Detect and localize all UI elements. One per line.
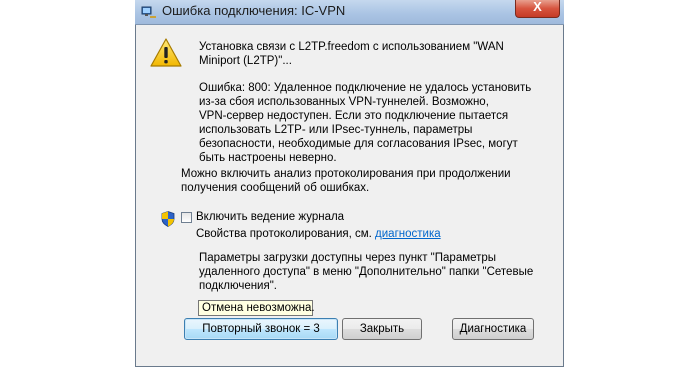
network-icon <box>141 6 156 18</box>
status-line-1: Установка связи с L2TP.freedom с использ… <box>199 41 504 53</box>
title-bar[interactable]: Ошибка подключения: IC-VPN X <box>135 0 564 25</box>
error-line: безопасности, необходимые для согласован… <box>199 138 518 150</box>
error-line: использовать L2TP- или IPsec-туннель, па… <box>199 124 473 136</box>
error-line: из-за сбоя использованных VPN-туннелей. … <box>199 96 489 108</box>
logging-props-text: Свойства протоколирования, см. <box>196 228 372 240</box>
close-window-button[interactable]: X <box>515 0 560 18</box>
cancel-tooltip: Отмена невозможна. <box>198 300 315 316</box>
params-line: подключения". <box>199 280 277 292</box>
status-line-2: Miniport (L2TP)"... <box>199 55 292 67</box>
error-line: Ошибка: 800: Удаленное подключение не уд… <box>199 82 532 94</box>
error-line: VPN-сервер недоступен. Если это подключе… <box>199 110 509 122</box>
params-line: удаленного доступа" в меню "Дополнительн… <box>199 266 534 278</box>
error-line: быть настроены неверно. <box>199 152 337 164</box>
logging-hint-line: Можно включить анализ протоколирования п… <box>181 168 511 180</box>
warning-icon <box>150 38 182 67</box>
logging-hint-line: получения сообщений об ошибках. <box>181 182 370 194</box>
logging-props-line: Свойства протоколирования, см. диагности… <box>196 228 441 242</box>
redial-button[interactable]: Повторный звонок = 3 <box>184 318 338 340</box>
diagnostics-link[interactable]: диагностика <box>375 228 441 240</box>
enable-logging-checkbox[interactable] <box>181 212 192 223</box>
params-line: Параметры загрузки доступны через пункт … <box>199 252 497 264</box>
uac-shield-icon <box>161 211 175 227</box>
window-title: Ошибка подключения: IC-VPN <box>162 3 346 18</box>
diagnostics-button[interactable]: Диагностика <box>452 318 534 340</box>
close-button[interactable]: Закрыть <box>342 318 422 340</box>
enable-logging-label[interactable]: Включить ведение журнала <box>196 211 344 225</box>
close-icon: X <box>533 0 542 14</box>
